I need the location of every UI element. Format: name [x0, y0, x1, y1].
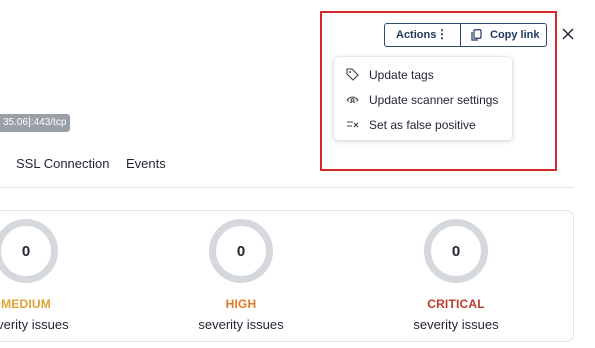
actions-label: Actions	[396, 29, 437, 41]
tag-icon	[346, 68, 359, 81]
menu-item-set-false-positive[interactable]: Set as false positive	[334, 112, 512, 137]
tab-ssl-connection[interactable]: SSL Connection	[16, 156, 109, 171]
severity-ring: 0	[424, 219, 488, 283]
tabs-divider	[0, 187, 574, 188]
severity-ring: 0	[209, 219, 273, 283]
tab-events[interactable]: Events	[126, 156, 166, 171]
menu-item-update-tags[interactable]: Update tags	[334, 62, 512, 87]
severity-ring: 0	[0, 219, 58, 283]
severity-summary-card: 0 MEDIUM severity issues 0 HIGH severity…	[0, 210, 574, 342]
severity-count: 0	[451, 242, 461, 260]
close-icon[interactable]	[561, 27, 575, 41]
actions-button[interactable]: Actions ⋮	[384, 23, 460, 47]
severity-high: 0 HIGH severity issues	[166, 219, 316, 332]
port-badge: 35.06]:443/tcp	[0, 114, 70, 132]
copy-link-button[interactable]: Copy link	[460, 23, 547, 47]
severity-sub: severity issues	[413, 317, 499, 332]
severity-sub: severity issues	[0, 317, 69, 332]
scanner-eye-icon	[346, 96, 359, 104]
menu-item-label: Update tags	[369, 67, 434, 82]
severity-medium: 0 MEDIUM severity issues	[0, 219, 101, 332]
copy-link-label: Copy link	[490, 29, 540, 41]
severity-critical: 0 CRITICAL severity issues	[381, 219, 531, 332]
severity-label: MEDIUM	[1, 297, 51, 311]
actions-menu: Update tags Update scanner settings Set …	[334, 57, 512, 140]
severity-label: CRITICAL	[427, 297, 485, 311]
kebab-icon[interactable]: ⋮	[436, 27, 448, 41]
menu-item-label: Update scanner settings	[369, 92, 499, 107]
menu-item-update-scanner-settings[interactable]: Update scanner settings	[334, 87, 512, 112]
menu-item-label: Set as false positive	[369, 117, 476, 132]
severity-sub: severity issues	[198, 317, 284, 332]
severity-label: HIGH	[225, 297, 257, 311]
false-positive-icon	[347, 121, 359, 128]
severity-count: 0	[236, 242, 246, 260]
copy-icon	[471, 29, 482, 41]
severity-count: 0	[21, 242, 31, 260]
